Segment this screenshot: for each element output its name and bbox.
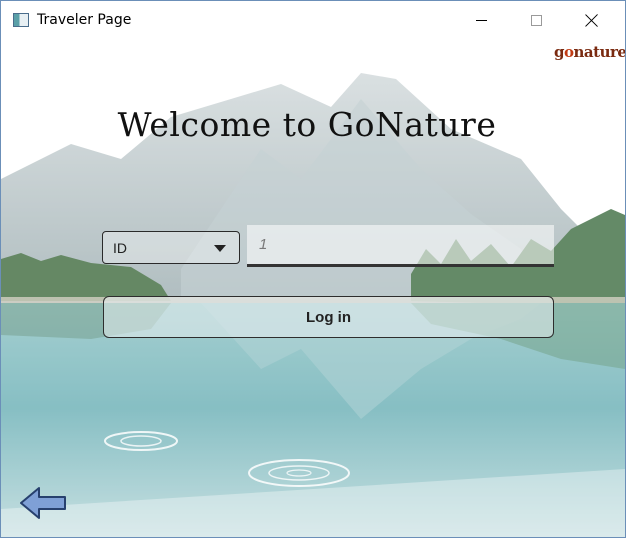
- traveler-window: Traveler Page gonature Welcome to GoNatu…: [0, 0, 626, 538]
- id-type-selected: ID: [113, 239, 127, 256]
- background-scene: gonature Welcome to GoNature ID Log in: [1, 39, 625, 537]
- maximize-button[interactable]: [508, 1, 564, 39]
- gonature-logo: gonature: [554, 43, 625, 61]
- minimize-icon: [475, 19, 487, 21]
- logo-text-o: o: [564, 43, 574, 61]
- app-window-icon: [13, 13, 29, 27]
- welcome-heading: Welcome to GoNature: [117, 105, 497, 144]
- id-input[interactable]: [247, 225, 554, 267]
- back-arrow-icon[interactable]: [19, 485, 67, 521]
- login-button[interactable]: Log in: [103, 296, 554, 338]
- close-icon: [585, 13, 599, 27]
- maximize-icon: [530, 14, 542, 26]
- minimize-button[interactable]: [453, 1, 509, 39]
- window-title: Traveler Page: [37, 12, 132, 28]
- title-bar[interactable]: Traveler Page: [1, 1, 625, 39]
- chevron-down-icon: [214, 245, 226, 252]
- logo-text-suffix: nature: [573, 43, 625, 61]
- close-button[interactable]: [564, 1, 620, 39]
- logo-text-prefix: g: [554, 43, 565, 61]
- id-type-dropdown[interactable]: ID: [102, 231, 240, 264]
